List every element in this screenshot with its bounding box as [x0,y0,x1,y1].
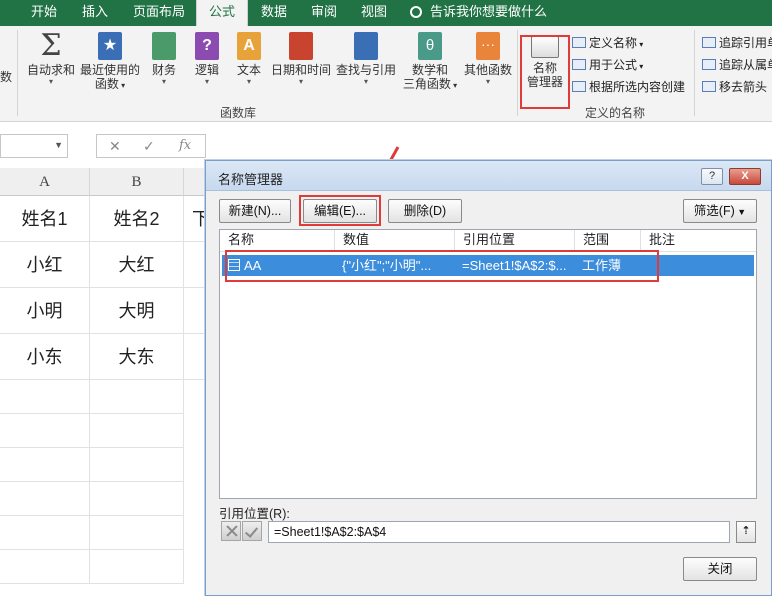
theta-book-icon: θ [418,32,442,60]
highlight-box-edit [299,195,381,226]
worksheet-grid: A B 姓名1 姓名2 下 小红 大红 小明 大明 小东 大东 [0,168,230,596]
trace-precedents-icon [702,37,716,48]
column-header-scope[interactable]: 范围 [575,230,641,252]
divider [17,30,18,116]
cell-a2[interactable]: 小红 [0,242,90,288]
column-header-b[interactable]: B [90,168,184,196]
financial-button[interactable]: 财务 ▾ [144,32,184,87]
trace-dependents-icon [702,59,716,70]
cell-empty[interactable] [0,516,90,550]
cell-a4[interactable]: 小东 [0,334,90,380]
column-header-name[interactable]: 名称 [220,230,335,252]
tab-formulas[interactable]: 公式 [196,0,248,26]
delete-button[interactable]: 删除(D) [388,199,462,223]
group-label-function-library: 函数库 [220,106,257,120]
create-from-selection-button[interactable]: 根据所选内容创建 [572,78,685,96]
confirm-icon[interactable]: ✓ [143,138,155,155]
close-x-button[interactable]: X [729,168,761,185]
new-button[interactable]: 新建(N)... [219,199,291,223]
close-button[interactable]: 关闭 [683,557,757,581]
ribbon-tab-bar: 开始 插入 页面布局 公式 数据 审阅 视图 告诉我你想要做什么 [0,0,772,26]
more-functions-button[interactable]: ··· 其他函数 ▾ [462,32,514,87]
divider [517,30,518,116]
recently-used-button[interactable]: ★ 最近使用的 函数 ▾ [80,32,140,93]
lightbulb-icon [410,6,422,18]
math-trig-button[interactable]: θ 数学和 三角函数 ▾ [400,32,460,93]
dialog-title: 名称管理器 [218,172,284,187]
question-book-icon: ? [195,32,219,60]
tab-review[interactable]: 审阅 [300,0,348,26]
autosum-button[interactable]: Σ 自动求和 ▾ [24,28,78,87]
tab-page-layout[interactable]: 页面布局 [124,0,194,26]
name-box[interactable]: ▼ [0,134,68,158]
star-book-icon: ★ [98,32,122,60]
cell-a1[interactable]: 姓名1 [0,196,90,242]
cell-empty[interactable] [0,380,90,414]
dots-book-icon: ··· [476,32,500,60]
tab-home[interactable]: 开始 [20,0,68,26]
tell-me-search[interactable]: 告诉我你想要做什么 [410,0,547,26]
chevron-down-icon: ▼ [54,140,63,150]
insert-function-icon[interactable]: fx [179,138,191,153]
define-name-button[interactable]: 定义名称 ▾ [572,34,643,52]
ribbon-formulas: 数 Σ 自动求和 ▾ ★ 最近使用的 函数 ▾ 财务 ▾ ? 逻辑 ▾ A 文本 ▾ 日期… [0,26,772,122]
cell-empty[interactable] [0,550,90,584]
text-a-book-icon: A [237,32,261,60]
calendar-book-icon [289,32,313,60]
text-button[interactable]: A 文本 ▾ [230,32,268,87]
divider [694,30,695,116]
cell-empty[interactable] [0,482,90,516]
coins-book-icon [152,32,176,60]
column-header-value[interactable]: 数值 [335,230,455,252]
column-header-refers-to[interactable]: 引用位置 [455,230,575,252]
cancel-icon[interactable] [221,521,241,541]
remove-arrows-button[interactable]: 移去箭头 [702,78,767,96]
name-manager-dialog: 名称管理器 ? X 新建(N)... 编辑(E)... 删除(D) 筛选(F) … [205,160,772,596]
refers-to-input[interactable]: =Sheet1!$A$2:$A$4 [268,521,730,543]
cell-empty[interactable] [90,414,184,448]
cell-empty[interactable] [90,482,184,516]
highlight-box-name-manager [520,35,570,109]
trace-precedents-button[interactable]: 追踪引用单 [702,34,772,52]
column-header-comment[interactable]: 批注 [641,230,756,252]
cell-empty[interactable] [90,550,184,584]
cell-b1[interactable]: 姓名2 [90,196,184,242]
refers-to-label: 引用位置(R): [219,507,290,521]
tag-icon [572,37,586,48]
cancel-icon[interactable]: ✕ [109,138,121,155]
dialog-titlebar[interactable]: 名称管理器 ? X [206,161,771,191]
cell-b3[interactable]: 大明 [90,288,184,334]
date-time-button[interactable]: 日期和时间 ▾ [270,32,332,87]
cell-empty[interactable] [0,414,90,448]
tab-view[interactable]: 视图 [350,0,398,26]
formula-buttons: ✕ ✓ fx [96,134,206,158]
cell-b2[interactable]: 大红 [90,242,184,288]
insert-function-button-partial[interactable]: 数 [0,70,14,84]
use-in-formula-button[interactable]: 用于公式 ▾ [572,56,643,74]
grid-icon [572,81,586,92]
filter-button[interactable]: 筛选(F) ▼ [683,199,757,223]
group-label-defined-names: 定义的名称 [585,106,646,120]
cell-b4[interactable]: 大东 [90,334,184,380]
names-list[interactable]: 名称 数值 引用位置 范围 批注 AA {"小红";"小明"... =Sheet… [219,229,757,499]
cell-empty[interactable] [90,516,184,550]
remove-arrows-icon [702,81,716,92]
cell-empty[interactable] [90,380,184,414]
lookup-reference-button[interactable]: 查找与引用 ▾ [334,32,398,87]
logical-button[interactable]: ? 逻辑 ▾ [188,32,226,87]
cell-empty[interactable] [90,448,184,482]
sigma-icon: Σ [40,28,62,63]
formula-icon [572,59,586,70]
tab-data[interactable]: 数据 [250,0,298,26]
trace-dependents-button[interactable]: 追踪从属单 [702,56,772,74]
check-icon[interactable] [242,521,262,541]
magnifier-book-icon [354,32,378,60]
cell-empty[interactable] [0,448,90,482]
highlight-box-row [225,250,659,282]
cell-a3[interactable]: 小明 [0,288,90,334]
tab-insert[interactable]: 插入 [70,0,120,26]
collapse-dialog-icon[interactable]: ⇡ [736,521,756,543]
column-header-a[interactable]: A [0,168,90,196]
help-button[interactable]: ? [701,168,723,185]
